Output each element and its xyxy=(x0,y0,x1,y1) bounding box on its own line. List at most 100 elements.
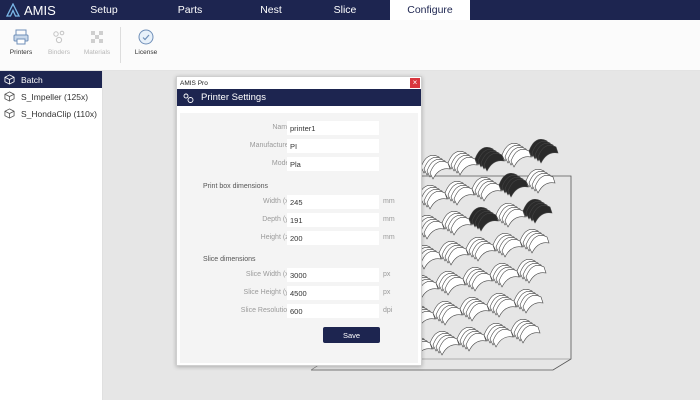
sidebar-item-s-hondaclip[interactable]: S_HondaClip (110x) xyxy=(0,105,102,122)
sidebar-item-s-impeller[interactable]: S_Impeller (125x) xyxy=(0,88,102,105)
nested-part xyxy=(468,207,499,232)
nested-part xyxy=(486,293,517,318)
width-row: Width (x) mm xyxy=(180,195,418,209)
nested-part xyxy=(492,233,523,258)
nested-part xyxy=(444,181,475,206)
depth-input[interactable] xyxy=(287,213,379,227)
nested-part xyxy=(513,289,544,314)
width-input[interactable] xyxy=(287,195,379,209)
printers-button[interactable]: Printers xyxy=(4,20,38,70)
binders-label: Binders xyxy=(47,49,71,56)
slice-width-input[interactable] xyxy=(287,268,379,282)
sidebar-item-label: Batch xyxy=(21,74,43,85)
nested-part xyxy=(456,327,487,352)
printer-icon xyxy=(13,29,29,45)
slice-resolution-unit: dpi xyxy=(383,307,393,314)
slice-resolution-input[interactable] xyxy=(287,304,379,318)
cube-icon xyxy=(4,108,15,119)
width-unit: mm xyxy=(383,198,395,205)
dialog-window-titlebar: AMIS Pro × xyxy=(177,77,421,89)
printers-label: Printers xyxy=(9,49,33,56)
dialog-header-title: Printer Settings xyxy=(201,92,266,103)
close-icon[interactable]: × xyxy=(410,78,420,88)
height-input[interactable] xyxy=(287,231,379,245)
manufacturer-label: Manufacturer xyxy=(249,142,291,149)
save-button[interactable]: Save xyxy=(323,327,380,343)
nested-part xyxy=(474,147,505,172)
nested-part xyxy=(501,143,532,168)
nested-part xyxy=(498,173,529,198)
license-icon xyxy=(138,29,154,45)
tab-nest[interactable]: Nest xyxy=(238,0,304,20)
slice-resolution-row: Slice Resolution dpi xyxy=(180,304,418,318)
nested-part xyxy=(420,155,451,180)
depth-unit: mm xyxy=(383,216,395,223)
cube-icon xyxy=(4,74,15,85)
tab-setup[interactable]: Setup xyxy=(76,0,132,20)
printer-icon xyxy=(183,93,194,103)
nested-part xyxy=(459,297,490,322)
nested-part xyxy=(528,139,559,164)
nested-part xyxy=(483,323,514,348)
name-row: Name xyxy=(180,121,418,135)
depth-row: Depth (y) mm xyxy=(180,213,418,227)
tab-configure[interactable]: Configure xyxy=(390,0,470,20)
nested-part xyxy=(447,151,478,176)
nested-part xyxy=(519,229,550,254)
materials-icon xyxy=(91,31,103,43)
slice-height-row: Slice Height (y) px xyxy=(180,286,418,300)
batch-tree-sidebar: Batch S_Impeller (125x) S_HondaClip (110… xyxy=(0,71,103,400)
sidebar-item-label: S_HondaClip (110x) xyxy=(21,108,97,119)
slice-width-label: Slice Width (x) xyxy=(245,271,291,278)
model-row: Model xyxy=(180,157,418,171)
slice-width-row: Slice Width (x) px xyxy=(180,268,418,282)
sidebar-item-batch[interactable]: Batch xyxy=(0,71,102,88)
materials-label: Materials xyxy=(83,49,111,56)
name-input[interactable] xyxy=(287,121,379,135)
cube-icon xyxy=(4,91,15,102)
slice-height-label: Slice Height (y) xyxy=(243,289,291,296)
tab-parts[interactable]: Parts xyxy=(148,0,232,20)
nested-part xyxy=(516,259,547,284)
app-logo: AMIS xyxy=(0,3,76,18)
nested-part xyxy=(432,301,463,326)
nested-part xyxy=(438,241,469,266)
nested-part xyxy=(495,203,526,228)
nested-part xyxy=(441,211,472,236)
nested-part xyxy=(525,169,556,194)
nested-part xyxy=(471,177,502,202)
height-unit: mm xyxy=(383,234,395,241)
nested-part xyxy=(489,263,520,288)
manufacturer-input[interactable] xyxy=(287,139,379,153)
slice-width-unit: px xyxy=(383,271,391,278)
slice-section-title: Slice dimensions xyxy=(203,256,256,263)
nested-part xyxy=(510,319,541,344)
slice-resolution-label: Slice Resolution xyxy=(240,307,291,314)
amis-logo-icon xyxy=(6,3,20,17)
dialog-form: Name Manufacturer Model Print box dimens… xyxy=(180,113,418,363)
sidebar-item-label: S_Impeller (125x) xyxy=(21,91,89,102)
nested-part xyxy=(465,237,496,262)
height-row: Height (z) mm xyxy=(180,231,418,245)
binder-icon xyxy=(53,30,65,44)
nested-part xyxy=(462,267,493,292)
printer-settings-dialog: AMIS Pro × Printer Settings Name Manufac… xyxy=(176,76,422,366)
license-label: License xyxy=(134,49,158,56)
binders-button[interactable]: Binders xyxy=(42,20,76,70)
nested-part xyxy=(429,331,460,356)
dialog-header: Printer Settings xyxy=(177,89,421,106)
nested-part xyxy=(417,185,448,210)
top-nav-bar: AMIS Setup Parts Nest Slice Configure xyxy=(0,0,700,20)
print-box-section-title: Print box dimensions xyxy=(203,183,268,190)
slice-height-unit: px xyxy=(383,289,391,296)
tab-slice[interactable]: Slice xyxy=(312,0,378,20)
materials-button[interactable]: Materials xyxy=(80,20,114,70)
ribbon-toolbar: Printers Binders Materials License xyxy=(0,20,700,71)
slice-height-input[interactable] xyxy=(287,286,379,300)
model-input[interactable] xyxy=(287,157,379,171)
dialog-window-title: AMIS Pro xyxy=(180,79,208,87)
nested-part xyxy=(435,271,466,296)
toolbar-divider xyxy=(120,27,121,63)
license-button[interactable]: License xyxy=(129,20,163,70)
app-name: AMIS xyxy=(24,2,56,18)
